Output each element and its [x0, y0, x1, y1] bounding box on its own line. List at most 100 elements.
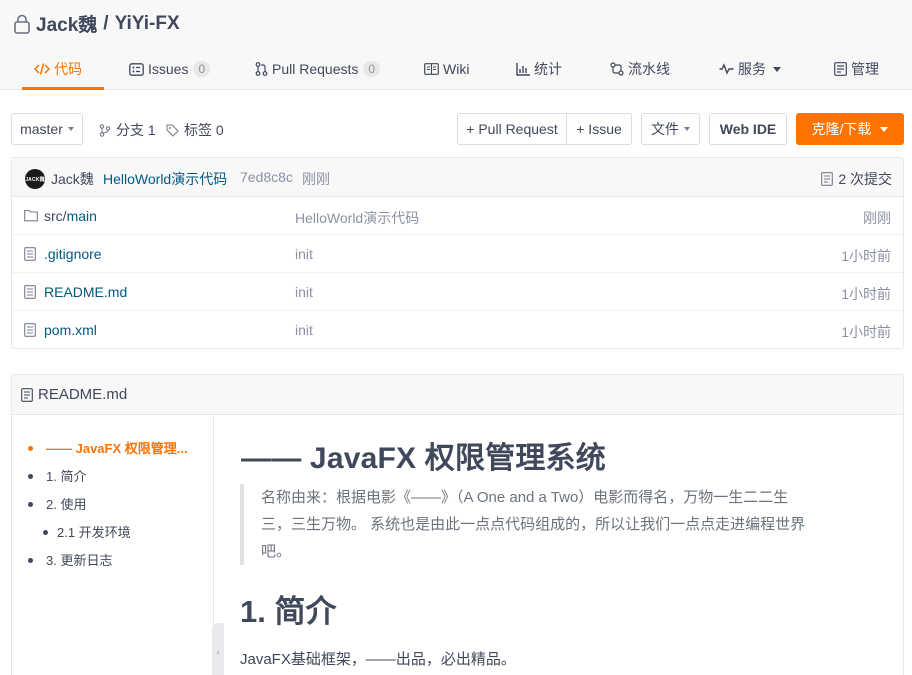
chevron-down-icon — [880, 126, 889, 132]
manage-icon — [834, 62, 847, 76]
readme-paragraph: JavaFX基础框架，——出品，必出精品。 — [240, 651, 516, 668]
new-pull-request-label: + Pull Request — [466, 121, 558, 137]
tab-code[interactable]: 代码 — [22, 48, 104, 90]
chevron-down-icon — [684, 127, 690, 131]
stats-icon — [516, 62, 530, 76]
file-name[interactable]: pom.xml — [44, 322, 97, 338]
pipeline-icon — [610, 62, 624, 76]
file-commit-message[interactable]: init — [295, 284, 313, 300]
tab-manage-label: 管理 — [851, 61, 879, 77]
web-ide-label: Web IDE — [719, 121, 777, 137]
file-dir: src/ — [44, 208, 67, 224]
bullet-icon — [28, 502, 33, 508]
avatar[interactable]: JACK魏 — [25, 169, 45, 189]
tab-issues-label: Issues — [148, 61, 189, 77]
repo-header: Jack魏 / YiYi-FX 代码 Issues 0 Pull Request… — [0, 0, 912, 90]
file-time: 1小时前 — [841, 248, 891, 264]
commit-time: 刚刚 — [302, 171, 330, 187]
file-menu-label: 文件 — [651, 121, 679, 137]
repo-name-link[interactable]: YiYi-FX — [115, 13, 180, 35]
file-time: 1小时前 — [841, 286, 891, 302]
clone-download-button[interactable]: 克隆/下载 — [796, 113, 904, 145]
new-issue-button[interactable]: + Issue — [566, 113, 632, 145]
file-commit-message[interactable]: init — [295, 246, 313, 262]
repo-owner-link[interactable]: Jack魏 — [36, 10, 97, 37]
file-name[interactable]: README.md — [44, 284, 127, 300]
readme-title: —— JavaFX 权限管理系统 — [241, 442, 606, 475]
branch-select-label: master — [20, 121, 63, 137]
branches-label: 分支 1 — [116, 122, 156, 138]
toc-item-label: —— JavaFX 权限管理... — [46, 441, 188, 456]
toc-item[interactable]: 2. 使用 — [28, 494, 86, 513]
readme-panel: README.md —— JavaFX 权限管理... 1. 简介 2. 使用 … — [11, 374, 904, 675]
file-menu-button[interactable]: 文件 — [641, 113, 700, 145]
readme-toc: —— JavaFX 权限管理... 1. 简介 2. 使用 2.1 开发环境 3… — [12, 416, 214, 675]
tab-wiki[interactable]: Wiki — [424, 48, 469, 90]
file-commit-message[interactable]: HelloWorld演示代码 — [295, 208, 419, 228]
commit-message[interactable]: HelloWorld演示代码 — [103, 169, 227, 189]
tags-link[interactable]: 标签 0 — [166, 120, 224, 140]
tab-wiki-label: Wiki — [443, 61, 470, 77]
clone-download-label: 克隆/下载 — [811, 121, 872, 137]
file-row[interactable]: src/main HelloWorld演示代码 刚刚 — [12, 197, 903, 235]
commit-count-link[interactable]: 2 次提交 — [821, 169, 892, 189]
tab-code-label: 代码 — [54, 61, 82, 77]
new-pull-request-button[interactable]: + Pull Request — [457, 113, 567, 145]
tab-pull-requests[interactable]: Pull Requests 0 — [255, 48, 381, 90]
toc-item-label: 2. 使用 — [46, 497, 87, 512]
file-name[interactable]: .gitignore — [44, 246, 102, 262]
file-time: 1小时前 — [841, 324, 891, 340]
readme-quote-line: 三，三生万物。 系统也是由此一点点代码组成的，所以让我们一点点走进编程世界 — [261, 516, 806, 533]
tab-pipeline[interactable]: 流水线 — [610, 48, 670, 90]
tab-stats-label: 统计 — [534, 61, 562, 77]
branch-select[interactable]: master — [11, 113, 83, 145]
pull-request-icon — [255, 62, 268, 76]
web-ide-button[interactable]: Web IDE — [709, 113, 787, 145]
tab-manage[interactable]: 管理 — [834, 48, 879, 90]
tab-pull-requests-label: Pull Requests — [272, 61, 359, 77]
tab-stats[interactable]: 统计 — [516, 48, 562, 90]
branch-icon — [99, 123, 111, 137]
file-icon — [24, 285, 36, 299]
file-icon — [24, 247, 36, 261]
tab-service[interactable]: 服务 — [719, 48, 781, 90]
toc-item[interactable]: 1. 简介 — [28, 466, 86, 485]
file-commit-message[interactable]: init — [295, 322, 313, 338]
file-basename: main — [66, 208, 97, 224]
toc-item-label: 2.1 开发环境 — [57, 525, 131, 540]
service-icon — [719, 63, 734, 75]
file-time: 刚刚 — [863, 210, 891, 226]
tab-issues[interactable]: Issues 0 — [129, 48, 211, 90]
toc-item[interactable]: 2.1 开发环境 — [43, 522, 131, 541]
toc-collapse-handle[interactable]: ‹ — [212, 623, 224, 675]
new-issue-label: + Issue — [576, 121, 622, 137]
file-row[interactable]: .gitignore init 1小时前 — [12, 235, 903, 273]
bullet-icon — [28, 474, 33, 480]
toc-item[interactable]: —— JavaFX 权限管理... — [28, 438, 188, 457]
readme-section-heading: 1. 简介 — [240, 594, 337, 629]
commit-sha[interactable]: 7ed8c8c — [240, 169, 293, 185]
pull-requests-count-badge: 0 — [363, 61, 381, 77]
repo-separator: / — [103, 12, 109, 34]
folder-icon — [24, 209, 38, 222]
repo-title: Jack魏 / YiYi-FX — [13, 10, 180, 37]
file-row[interactable]: README.md init 1小时前 — [12, 273, 903, 311]
readme-quote: 名称由来：根据电影《——》（A One and a Two）电影而得名，万物一生… — [240, 484, 850, 565]
toc-item-label: 3. 更新日志 — [46, 553, 113, 568]
branches-link[interactable]: 分支 1 — [99, 120, 156, 140]
readme-quote-line: 吧。 — [261, 543, 292, 560]
file-row[interactable]: pom.xml init 1小时前 — [12, 311, 903, 349]
latest-commit-bar: JACK魏 Jack魏 HelloWorld演示代码 7ed8c8c 刚刚 2 … — [12, 158, 903, 197]
toc-item[interactable]: 3. 更新日志 — [28, 550, 112, 569]
commit-count-label: 2 次提交 — [838, 171, 892, 187]
chevron-down-icon — [67, 127, 74, 131]
commit-author[interactable]: Jack魏 — [51, 169, 94, 189]
tab-pipeline-label: 流水线 — [628, 61, 670, 77]
code-icon — [34, 62, 50, 76]
file-icon — [24, 323, 36, 337]
document-icon — [21, 387, 33, 402]
tag-icon — [166, 123, 179, 137]
document-icon — [821, 172, 834, 186]
chevron-down-icon — [773, 66, 781, 72]
file-name[interactable]: src/main — [44, 208, 97, 224]
